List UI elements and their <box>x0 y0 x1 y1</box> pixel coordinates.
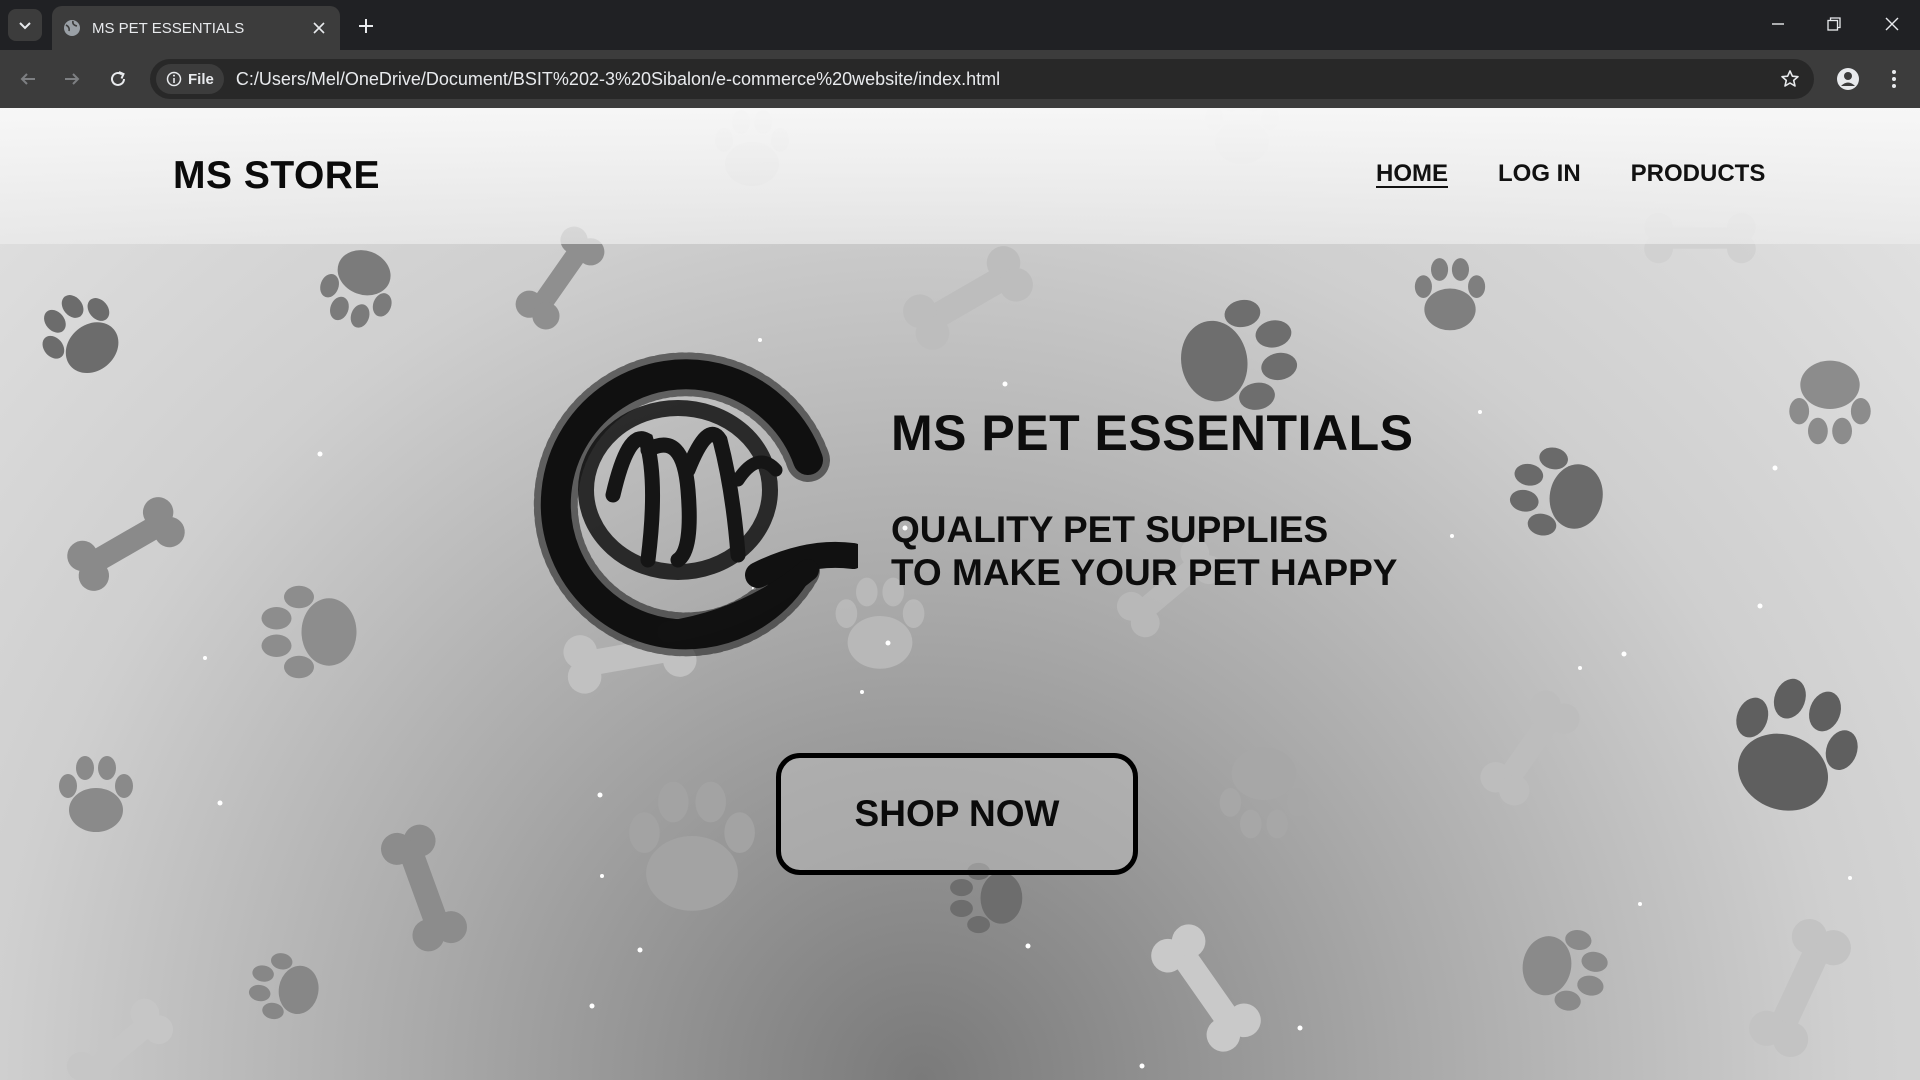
tab-search-button[interactable] <box>8 9 42 41</box>
nav-login[interactable]: LOG IN <box>1498 160 1581 188</box>
browser-toolbar: File C:/Users/Mel/OneDrive/Document/BSIT… <box>0 50 1920 108</box>
address-bar[interactable]: File C:/Users/Mel/OneDrive/Document/BSIT… <box>150 59 1814 99</box>
reload-button[interactable] <box>102 63 134 95</box>
plus-icon <box>359 19 373 33</box>
kebab-menu-icon[interactable] <box>1878 63 1910 95</box>
url-text[interactable]: C:/Users/Mel/OneDrive/Document/BSIT%202-… <box>236 69 1774 90</box>
site-header: MS STORE HOME LOG IN PRODUCTS <box>0 108 1920 244</box>
ms-brush-logo: MS <box>533 352 858 657</box>
arrow-left-icon <box>20 73 35 85</box>
arrow-right-icon <box>65 73 80 85</box>
brand-logo-text[interactable]: MS STORE <box>173 154 380 198</box>
close-window-button[interactable] <box>1866 6 1918 42</box>
hero-subtitle: QUALITY PET SUPPLIES TO MAKE YOUR PET HA… <box>891 508 1397 594</box>
hero-subtitle-line2: TO MAKE YOUR PET HAPPY <box>891 552 1398 593</box>
hero-title: MS PET ESSENTIALS <box>891 405 1414 461</box>
nav-products[interactable]: PRODUCTS <box>1631 160 1766 188</box>
hero-subtitle-line1: QUALITY PET SUPPLIES <box>891 509 1329 550</box>
restore-button[interactable] <box>1808 6 1860 42</box>
page-viewport: MS STORE HOME LOG IN PRODUCTS MS MS PET … <box>0 108 1920 1080</box>
info-icon <box>166 71 182 87</box>
scheme-label: File <box>188 70 214 88</box>
bookmark-star-icon[interactable] <box>1774 63 1806 95</box>
shop-now-button[interactable]: SHOP NOW <box>776 753 1138 875</box>
forward-button[interactable] <box>56 63 88 95</box>
close-tab-icon[interactable] <box>308 17 330 39</box>
reload-icon <box>111 71 125 86</box>
site-info-chip[interactable]: File <box>156 64 224 94</box>
restore-icon <box>1827 17 1841 31</box>
new-tab-button[interactable] <box>352 12 380 40</box>
tab-title: MS PET ESSENTIALS <box>92 19 245 37</box>
back-button[interactable] <box>12 63 44 95</box>
minimize-icon <box>1772 23 1784 25</box>
main-nav: HOME LOG IN PRODUCTS <box>1376 160 1765 188</box>
close-icon <box>1885 17 1899 31</box>
profile-avatar-icon[interactable] <box>1832 63 1864 95</box>
globe-icon <box>62 18 82 38</box>
browser-tab[interactable]: MS PET ESSENTIALS <box>52 6 340 50</box>
nav-home[interactable]: HOME <box>1376 160 1448 188</box>
chevron-down-icon <box>19 22 31 30</box>
browser-tabstrip: MS PET ESSENTIALS <box>0 0 1920 50</box>
minimize-button[interactable] <box>1752 6 1804 42</box>
paw-bone-background <box>25 108 1874 1080</box>
